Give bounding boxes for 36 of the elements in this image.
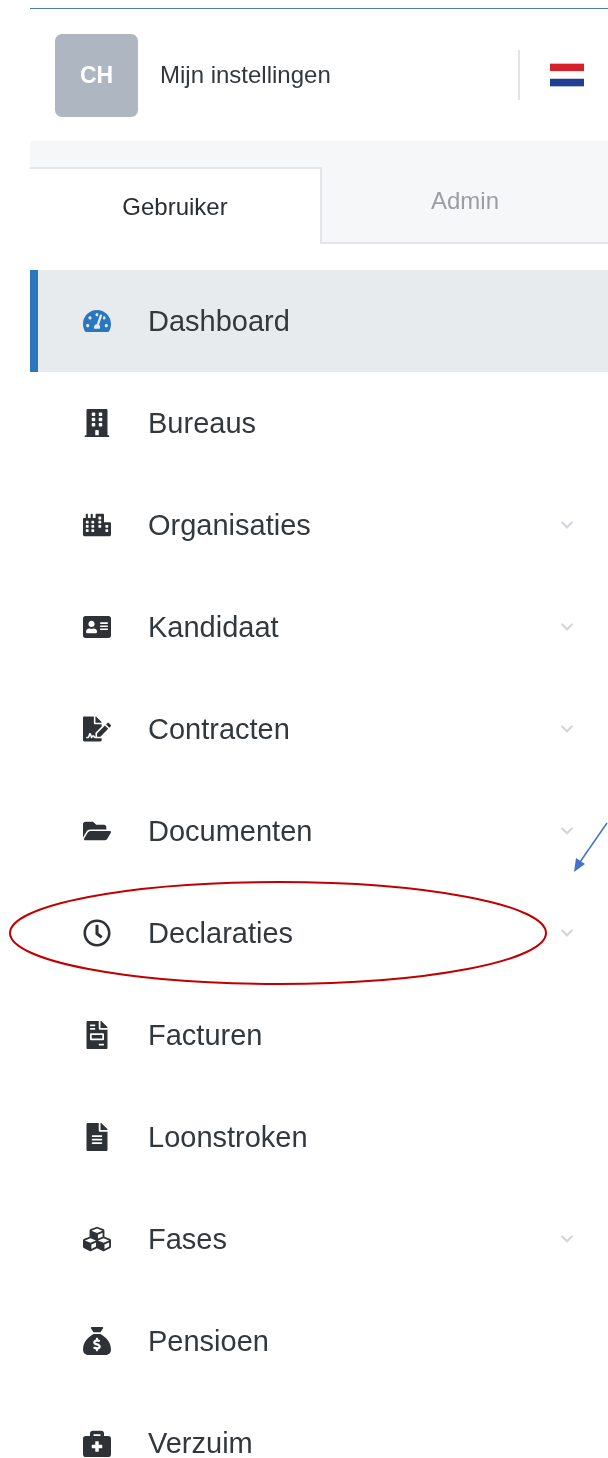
nav-item[interactable]: Pensioen bbox=[30, 1290, 608, 1392]
nav-label: Organisaties bbox=[148, 508, 312, 542]
nav-label: Facturen bbox=[148, 1018, 264, 1052]
avatar: CH bbox=[55, 33, 138, 117]
cubes-icon bbox=[80, 1225, 114, 1253]
nav-label: Declaraties bbox=[148, 916, 295, 950]
nav-label: Bureaus bbox=[148, 406, 257, 440]
nav-item[interactable]: Dashboard bbox=[30, 270, 608, 372]
nav-label: Pensioen bbox=[148, 1324, 270, 1358]
buildings-icon bbox=[80, 511, 114, 539]
nav-label: Loonstroken bbox=[148, 1120, 309, 1154]
money-bag-icon bbox=[80, 1327, 114, 1355]
nav-label: Contracten bbox=[148, 712, 291, 746]
medical-kit-icon bbox=[80, 1429, 114, 1457]
tab[interactable]: Gebruiker bbox=[30, 167, 322, 244]
nav-item[interactable]: Organisaties bbox=[30, 474, 608, 576]
nav-item[interactable]: Fases bbox=[30, 1188, 608, 1290]
id-card-icon bbox=[80, 613, 114, 641]
nav-label: Dashboard bbox=[148, 304, 291, 338]
nav-item[interactable]: Bureaus bbox=[30, 372, 608, 474]
nav-item[interactable]: Documenten bbox=[30, 780, 608, 882]
nav-label: Fases bbox=[148, 1222, 228, 1256]
nav-item[interactable]: Verzuim bbox=[30, 1392, 608, 1458]
settings-link[interactable]: Mijn instellingen bbox=[160, 61, 518, 89]
nav-label: Documenten bbox=[148, 814, 314, 848]
dashboard-icon bbox=[80, 307, 114, 335]
flag-icon[interactable] bbox=[550, 63, 584, 87]
nav-item[interactable]: Kandidaat bbox=[30, 576, 608, 678]
nav-label: Verzuim bbox=[148, 1426, 254, 1458]
nav-item[interactable]: Contracten bbox=[30, 678, 608, 780]
pointer-arrow bbox=[572, 822, 608, 874]
nav-item[interactable]: Loonstroken bbox=[30, 1086, 608, 1188]
signed-file-icon bbox=[80, 715, 114, 743]
nav-item[interactable]: Declaraties bbox=[30, 882, 608, 984]
nav-label: Kandidaat bbox=[148, 610, 280, 644]
nav-item[interactable]: Facturen bbox=[30, 984, 608, 1086]
